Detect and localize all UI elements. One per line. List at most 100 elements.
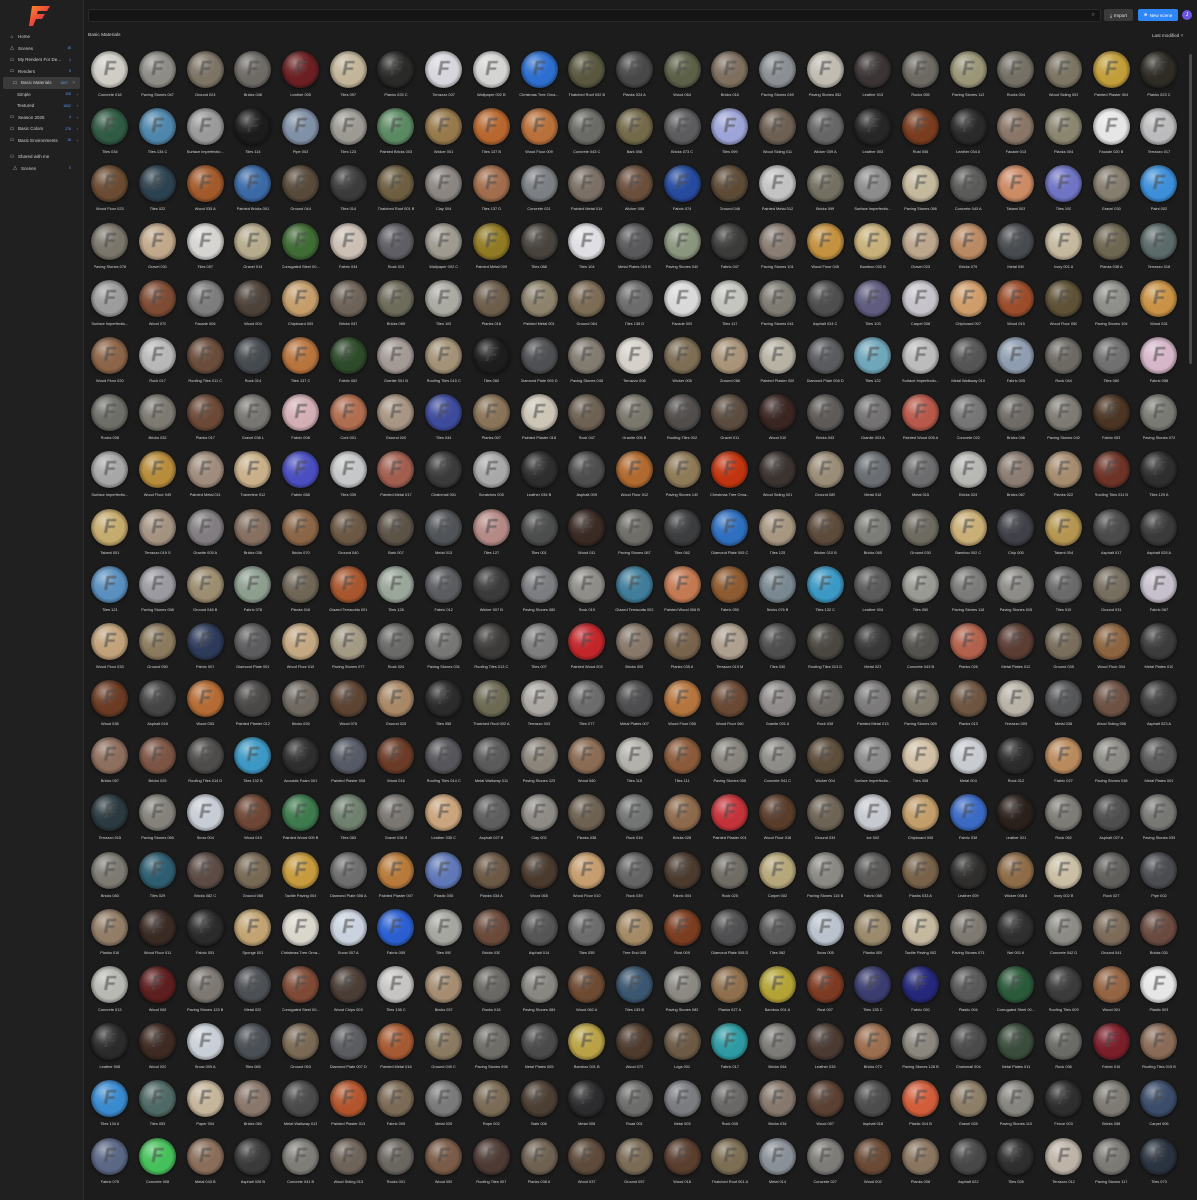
material-preview-sphere[interactable]: F bbox=[615, 794, 653, 832]
material-preview-sphere[interactable]: F bbox=[854, 51, 892, 88]
material-preview-sphere[interactable]: F bbox=[854, 966, 892, 1003]
material-card[interactable]: F Metal 018 bbox=[849, 448, 897, 505]
material-card[interactable]: F Fence 003 bbox=[1040, 1077, 1088, 1134]
material-card[interactable]: F Plastic 004 bbox=[944, 963, 992, 1020]
material-card[interactable]: F Wallpaper 002 C bbox=[420, 220, 468, 277]
material-preview-sphere[interactable]: F bbox=[711, 279, 749, 317]
material-preview-sphere[interactable]: F bbox=[1140, 451, 1178, 489]
material-card[interactable]: F Bricks 070 bbox=[277, 506, 325, 563]
material-preview-sphere[interactable]: F bbox=[1045, 1080, 1083, 1118]
material-preview-sphere[interactable]: F bbox=[1092, 737, 1130, 775]
material-card[interactable]: F Terrazzo 003 bbox=[515, 677, 563, 734]
material-preview-sphere[interactable]: F bbox=[520, 451, 558, 489]
material-preview-sphere[interactable]: F bbox=[234, 279, 272, 317]
material-preview-sphere[interactable]: F bbox=[711, 51, 749, 88]
material-preview-sphere[interactable]: F bbox=[377, 851, 415, 889]
material-preview-sphere[interactable]: F bbox=[234, 51, 272, 88]
material-card[interactable]: F Bricks 026 bbox=[277, 677, 325, 734]
material-preview-sphere[interactable]: F bbox=[854, 336, 892, 374]
material-card[interactable]: F Ground 044 bbox=[277, 162, 325, 219]
material-card[interactable]: F Fabric 075 bbox=[86, 1135, 134, 1192]
material-preview-sphere[interactable]: F bbox=[854, 508, 892, 546]
material-card[interactable]: F Paving Stones 080 bbox=[515, 563, 563, 620]
material-preview-sphere[interactable]: F bbox=[472, 1080, 510, 1118]
material-card[interactable]: F Paving Stones 065 bbox=[134, 791, 182, 848]
material-preview-sphere[interactable]: F bbox=[472, 565, 510, 603]
material-card[interactable]: F Bamboo 001 B bbox=[563, 1020, 611, 1077]
material-preview-sphere[interactable]: F bbox=[1092, 1137, 1130, 1175]
material-card[interactable]: F Fabric 053 bbox=[1087, 391, 1135, 448]
material-preview-sphere[interactable]: F bbox=[997, 279, 1035, 317]
material-card[interactable]: F Clay 004 bbox=[420, 162, 468, 219]
material-preview-sphere[interactable]: F bbox=[663, 737, 701, 775]
material-card[interactable]: F Roofing Tiles 009 bbox=[1040, 963, 1088, 1020]
material-preview-sphere[interactable]: F bbox=[663, 451, 701, 489]
material-preview-sphere[interactable]: F bbox=[615, 622, 653, 660]
material-preview-sphere[interactable]: F bbox=[663, 336, 701, 374]
material-card[interactable]: F Leather 021 bbox=[992, 791, 1040, 848]
material-card[interactable]: F Bricks 034 bbox=[754, 1077, 802, 1134]
material-preview-sphere[interactable]: F bbox=[663, 508, 701, 546]
material-card[interactable]: F Rocks 008 bbox=[86, 391, 134, 448]
material-preview-sphere[interactable]: F bbox=[902, 737, 940, 775]
material-card[interactable]: F Roofing Tiles 014 C bbox=[420, 734, 468, 791]
material-card[interactable]: F Paving Stones 087 bbox=[611, 506, 659, 563]
material-card[interactable]: F Rocks 004 bbox=[992, 48, 1040, 105]
material-card[interactable]: F Ground 068 bbox=[229, 849, 277, 906]
material-preview-sphere[interactable]: F bbox=[472, 165, 510, 203]
material-preview-sphere[interactable]: F bbox=[1092, 908, 1130, 946]
material-card[interactable]: F Tiles 117 bbox=[706, 277, 754, 334]
material-preview-sphere[interactable]: F bbox=[91, 222, 129, 260]
material-card[interactable]: F Tiles 138 D bbox=[611, 277, 659, 334]
material-preview-sphere[interactable]: F bbox=[329, 966, 367, 1003]
material-preview-sphere[interactable]: F bbox=[91, 680, 129, 718]
material-preview-sphere[interactable]: F bbox=[1045, 279, 1083, 317]
material-preview-sphere[interactable]: F bbox=[91, 794, 129, 832]
material-card[interactable]: F Wood Floor 060 bbox=[706, 677, 754, 734]
material-card[interactable]: F Tiles 135 B bbox=[611, 963, 659, 1020]
material-preview-sphere[interactable]: F bbox=[758, 1023, 796, 1061]
material-preview-sphere[interactable]: F bbox=[1140, 737, 1178, 775]
material-preview-sphere[interactable]: F bbox=[806, 794, 844, 832]
material-preview-sphere[interactable]: F bbox=[377, 451, 415, 489]
material-preview-sphere[interactable]: F bbox=[949, 222, 987, 260]
material-preview-sphere[interactable]: F bbox=[997, 165, 1035, 203]
material-preview-sphere[interactable]: F bbox=[1045, 51, 1083, 88]
material-preview-sphere[interactable]: F bbox=[1092, 680, 1130, 718]
material-card[interactable]: F Wood Floor 004 bbox=[1087, 620, 1135, 677]
material-card[interactable]: F Bark 007 bbox=[372, 506, 420, 563]
material-preview-sphere[interactable]: F bbox=[806, 165, 844, 203]
material-preview-sphere[interactable]: F bbox=[1092, 565, 1130, 603]
fluid-f-logo-icon[interactable] bbox=[28, 4, 54, 28]
material-preview-sphere[interactable]: F bbox=[1045, 908, 1083, 946]
material-preview-sphere[interactable]: F bbox=[568, 851, 606, 889]
material-card[interactable]: F Metal 038 bbox=[1040, 677, 1088, 734]
material-preview-sphere[interactable]: F bbox=[377, 1023, 415, 1061]
material-preview-sphere[interactable]: F bbox=[1045, 451, 1083, 489]
material-preview-sphere[interactable]: F bbox=[1092, 336, 1130, 374]
material-card[interactable]: F Painted Metal 014 bbox=[563, 162, 611, 219]
material-preview-sphere[interactable]: F bbox=[758, 908, 796, 946]
material-card[interactable]: F Planks 038 A bbox=[515, 1135, 563, 1192]
material-preview-sphere[interactable]: F bbox=[472, 108, 510, 146]
material-preview-sphere[interactable]: F bbox=[186, 794, 224, 832]
material-preview-sphere[interactable]: F bbox=[425, 165, 463, 203]
material-card[interactable]: F Wood 070 bbox=[134, 277, 182, 334]
material-preview-sphere[interactable]: F bbox=[186, 565, 224, 603]
material-preview-sphere[interactable]: F bbox=[91, 966, 129, 1003]
material-preview-sphere[interactable]: F bbox=[1045, 336, 1083, 374]
material-preview-sphere[interactable]: F bbox=[139, 51, 177, 88]
material-preview-sphere[interactable]: F bbox=[615, 336, 653, 374]
material-card[interactable]: F Wood Floor 055 bbox=[658, 677, 706, 734]
material-card[interactable]: F Wood Floor 012 bbox=[611, 448, 659, 505]
material-preview-sphere[interactable]: F bbox=[1045, 222, 1083, 260]
material-preview-sphere[interactable]: F bbox=[1140, 851, 1178, 889]
material-card[interactable]: F Concrete 027 bbox=[801, 1135, 849, 1192]
material-preview-sphere[interactable]: F bbox=[568, 794, 606, 832]
material-card[interactable]: F Paving Stones 040 bbox=[658, 220, 706, 277]
material-card[interactable]: F Rock 016 bbox=[611, 791, 659, 848]
material-preview-sphere[interactable]: F bbox=[854, 565, 892, 603]
material-preview-sphere[interactable]: F bbox=[1045, 1023, 1083, 1061]
material-card[interactable]: F Tiles 034 bbox=[86, 105, 134, 162]
material-card[interactable]: F Paving Stones 052 bbox=[801, 48, 849, 105]
